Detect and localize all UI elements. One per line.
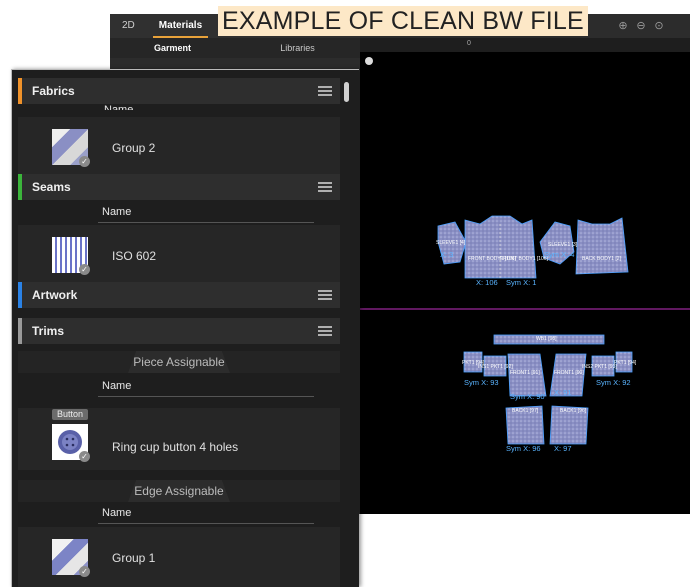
ruler-zero-label: 0 <box>467 40 471 47</box>
sub-tab-bar: Garment Libraries <box>110 38 360 58</box>
check-icon: ✓ <box>79 566 90 577</box>
menu-icon[interactable] <box>318 326 332 336</box>
menu-icon[interactable] <box>318 86 332 96</box>
check-icon: ✓ <box>79 264 90 275</box>
sym-label: Sym X: 1 <box>506 278 537 287</box>
canvas-visibility-icon <box>365 57 373 65</box>
pattern-label: WB1 [98] <box>536 336 557 342</box>
section-header-artwork[interactable]: Artwork <box>18 282 340 308</box>
pattern-piece <box>464 215 537 279</box>
pattern-label: BACK1 [96] <box>560 408 587 414</box>
name-column-header: Name <box>98 376 314 397</box>
pattern-canvas[interactable]: SLEEVE1 [4] FRONT BODY1 [106] FRONT BODY… <box>360 52 690 514</box>
pattern-label: FRONT BODY1 [106] <box>500 256 548 262</box>
tab-libraries[interactable]: Libraries <box>235 38 360 58</box>
section-header-trims[interactable]: Trims <box>18 318 340 344</box>
section-title-seams: Seams <box>32 180 71 194</box>
list-item[interactable]: ✓ ISO 602 <box>18 225 340 287</box>
pattern-label: BACK BODY1 [2] <box>582 256 621 262</box>
item-name: Ring cup button 4 holes <box>112 440 239 454</box>
tab-2d[interactable]: 2D <box>110 14 147 38</box>
section-title-fabrics: Fabrics <box>32 84 75 98</box>
seam-stitch-thumbnail-icon: ✓ <box>52 237 90 275</box>
tab-garment[interactable]: Garment <box>110 38 235 58</box>
list-item[interactable]: Button ✓ Ring cup button 4 holes <box>18 408 340 470</box>
sym-label: Sym X: 92 <box>596 378 631 387</box>
sym-label: X: 106 <box>476 278 498 287</box>
pattern-piece <box>575 217 629 275</box>
item-name: Group 2 <box>112 141 156 155</box>
check-icon: ✓ <box>79 451 90 462</box>
list-item[interactable]: ✓ Group 1 <box>18 527 340 587</box>
name-column-header: Name <box>98 202 314 223</box>
menu-icon[interactable] <box>318 290 332 300</box>
sym-label: Sym X: 93 <box>464 378 499 387</box>
name-column-header: Name <box>98 503 314 524</box>
sym-label: Sym X: 90 <box>510 392 545 401</box>
sym-label: X: 3 <box>440 250 454 259</box>
pattern-label: INS2 PKT1 [93] <box>582 364 617 370</box>
button-thumbnail-icon: ✓ <box>52 424 90 462</box>
pattern-label: PKT1 [94] <box>614 360 637 366</box>
section-header-seams[interactable]: Seams <box>18 174 340 200</box>
sym-label: X: 97 <box>554 444 572 453</box>
zoom-fit-icon[interactable]: ⊙ <box>652 19 666 33</box>
section-title-artwork: Artwork <box>32 288 78 302</box>
trim-group-thumbnail-icon: ✓ <box>52 539 90 577</box>
sym-label: Sym X: 96 <box>506 444 541 453</box>
zoom-out-icon[interactable]: ⊖ <box>634 19 648 33</box>
piece-assignable-divider: Piece Assignable <box>18 351 340 373</box>
edge-assignable-divider: Edge Assignable <box>18 480 340 502</box>
item-name: ISO 602 <box>112 249 157 263</box>
name-column-header: Name <box>104 104 134 110</box>
divider-label: Piece Assignable <box>133 355 225 369</box>
panel-scrollbar[interactable] <box>344 82 349 102</box>
trim-type-badge: Button <box>52 409 89 420</box>
section-header-fabrics[interactable]: Fabrics <box>18 78 340 104</box>
pattern-label: FRONT1 [90] <box>554 370 584 376</box>
pattern-label: BACK1 [97] <box>512 408 539 414</box>
list-item[interactable]: ✓ Group 2 <box>18 117 340 179</box>
item-name: Group 1 <box>112 551 156 565</box>
check-icon: ✓ <box>79 156 90 167</box>
divider-label: Edge Assignable <box>134 484 224 498</box>
menu-icon[interactable] <box>318 182 332 192</box>
sym-label: Sym X: 4 <box>544 250 575 259</box>
horizontal-ruler: 0 <box>360 38 690 53</box>
pattern-label: FRONT1 [91] <box>510 370 540 376</box>
pattern-label: SLEEVE1 [3] <box>548 242 578 248</box>
pattern-label: SLEEVE1 [4] <box>436 240 466 246</box>
fabric-group-thumbnail-icon: ✓ <box>52 129 90 167</box>
zoom-in-icon[interactable]: ⊕ <box>616 19 630 33</box>
sym-label: X: 91 <box>554 388 572 397</box>
materials-panel: Fabrics Name ✓ Group 2 Seams Name ✓ ISO … <box>11 69 359 587</box>
section-title-trims: Trims <box>32 324 65 338</box>
example-banner: EXAMPLE OF CLEAN BW FILE <box>218 6 588 36</box>
pattern-label: INS1 PKT1 [92] <box>478 364 513 370</box>
tab-materials[interactable]: Materials <box>147 14 214 38</box>
view-toolbar: ⊕ ⊖ ⊙ <box>616 16 666 36</box>
